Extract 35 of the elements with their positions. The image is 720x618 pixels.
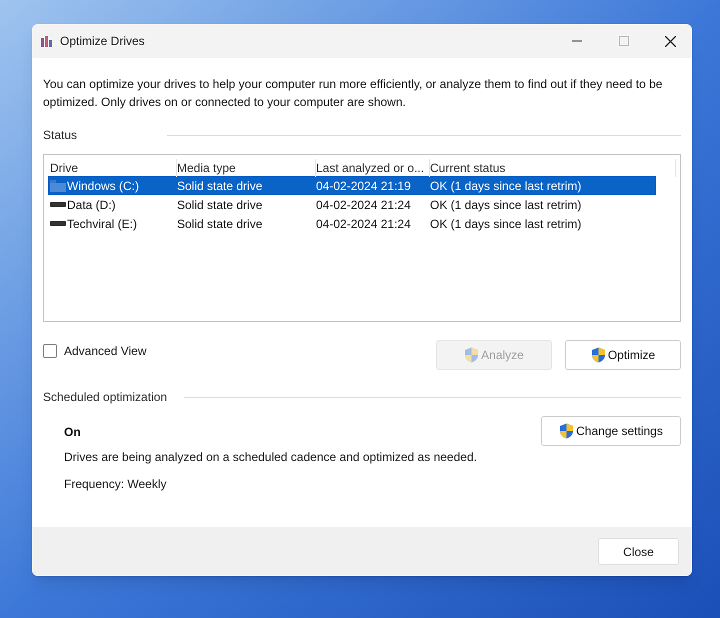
close-icon[interactable] [665, 36, 676, 46]
shield-icon [464, 347, 480, 363]
shield-icon [559, 423, 574, 439]
shield-button[interactable]: Change settings [541, 416, 681, 446]
schedule-frequency: Frequency: Weekly [64, 476, 168, 493]
window-title: Optimize Drives [60, 33, 145, 50]
table-cell-text: Data (D:) [67, 196, 116, 214]
table-cell-text: OK (1 days since last retrim) [430, 216, 582, 232]
table-cell-text: 04-02-2024 21:24 [316, 216, 411, 232]
drive-icon [50, 220, 66, 226]
app-icon [40, 34, 54, 48]
table-cell-text: 04-02-2024 21:24 [316, 196, 411, 214]
schedule-state: On [64, 424, 82, 441]
close-button[interactable]: Close [598, 538, 679, 565]
checkbox-label: Advanced View [64, 343, 146, 360]
table-cell-text: Solid state drive [177, 216, 262, 232]
table-cell-text: Solid state drive [177, 196, 262, 214]
table-cell-text: OK (1 days since last retrim) [430, 196, 582, 214]
table-cell-text: 04-02-2024 21:19 [316, 178, 411, 194]
table-cell-text: Solid state drive [177, 178, 262, 194]
table-cell-text: Techviral (E:) [67, 216, 138, 232]
section-heading: Status [43, 127, 78, 144]
drive-icon [50, 180, 66, 192]
checkbox[interactable] [43, 344, 57, 358]
drive-row[interactable]: Techviral (E:) Solid state drive 04-02-2024 21:24 OK (1 days since last retrim) [48, 214, 656, 233]
shield-icon [590, 347, 606, 363]
table-cell-text: Windows (C:) [67, 178, 140, 194]
schedule-description: Drives are being analyzed on a scheduled cadence and optimized as needed. [64, 449, 478, 466]
intro-text: You can optimize your drives to help your computer run more efficiently, or analyze them to find out if they need to be optimized. Only drives on or connected to your computer are shown. [43, 76, 663, 111]
section-heading: Scheduled optimization [43, 389, 168, 406]
shield-button[interactable]: Optimize [565, 340, 681, 370]
drive-row[interactable]: Data (D:) Solid state drive 04-02-2024 21:24 OK (1 days since last retrim) [48, 195, 656, 214]
drive-row[interactable]: Windows (C:) Solid state drive 04-02-2024 21:19 OK (1 days since last retrim) [48, 176, 656, 195]
table-cell-text: OK (1 days since last retrim) [430, 178, 582, 194]
drive-icon [50, 202, 66, 208]
